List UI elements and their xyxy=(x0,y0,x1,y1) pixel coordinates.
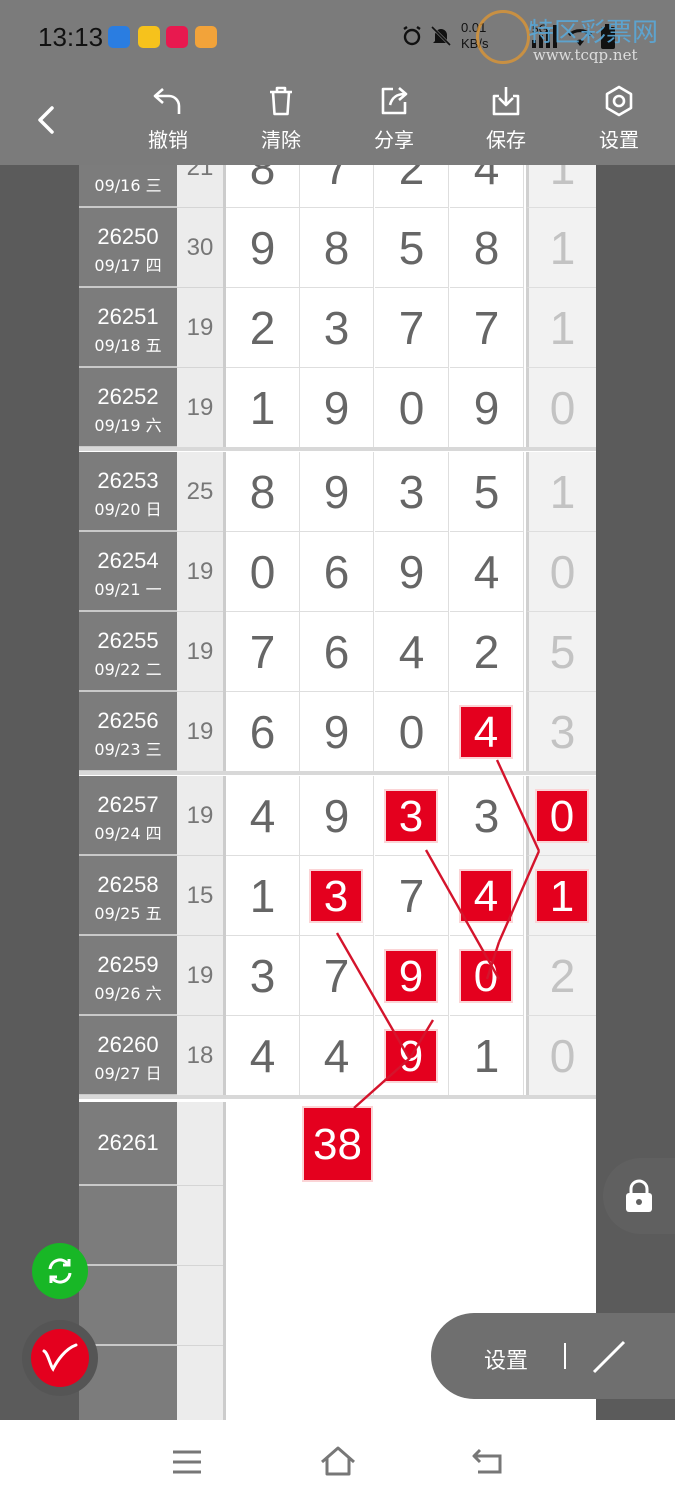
trash-icon xyxy=(270,86,292,116)
gear-icon xyxy=(605,85,633,117)
app-notification-icon xyxy=(138,26,160,48)
home-icon[interactable] xyxy=(318,1444,358,1478)
share-label: 分享 xyxy=(374,128,414,152)
watermark-logo xyxy=(476,10,530,64)
download-icon xyxy=(492,87,520,116)
separator xyxy=(564,1343,566,1369)
mute-icon xyxy=(430,25,452,47)
watermark-site: 特区彩票网 xyxy=(528,18,659,48)
lock-button[interactable] xyxy=(603,1158,675,1234)
bottom-settings-button[interactable]: 设置 xyxy=(484,1343,528,1375)
lock-icon xyxy=(626,1179,652,1212)
app-notification-icon xyxy=(166,26,188,48)
app-notification-icon xyxy=(108,26,130,48)
clear-button[interactable]: 清除 xyxy=(241,84,321,153)
back-arrow-icon[interactable] xyxy=(28,100,68,140)
menu-icon[interactable] xyxy=(170,1448,204,1476)
alarm-icon xyxy=(403,26,421,46)
save-button[interactable]: 保存 xyxy=(466,84,546,153)
pen-stroke-icon xyxy=(42,1343,78,1372)
clock: 13:13 xyxy=(38,22,104,52)
clear-label: 清除 xyxy=(261,128,301,152)
undo-label: 撤销 xyxy=(148,128,188,152)
pen-color-swatch xyxy=(31,1329,89,1387)
refresh-button[interactable] xyxy=(32,1243,88,1299)
bottom-settings-panel: 设置 xyxy=(431,1313,675,1399)
share-button[interactable]: 分享 xyxy=(354,84,434,153)
left-margin xyxy=(0,165,79,1420)
undo-button[interactable]: 撤销 xyxy=(128,84,208,153)
undo-icon xyxy=(153,88,181,114)
settings-label: 设置 xyxy=(599,128,639,152)
refresh-icon xyxy=(48,1258,72,1284)
watermark-url: www.tcqp.net xyxy=(533,46,638,64)
drawn-lines xyxy=(335,759,541,1109)
app-notification-icon xyxy=(195,26,217,48)
pen-tool-button[interactable] xyxy=(22,1320,98,1396)
line-tool-icon[interactable] xyxy=(589,1337,629,1377)
status-bar: 13:13 0.01 KB/s 5G 特区彩票网 www.tcqp.net xyxy=(0,0,675,72)
toolbar: 撤销 清除 分享 保存 设置 xyxy=(0,72,675,165)
trend-chart-board[interactable]: 2624909/16 三21872412625009/17 四309858126… xyxy=(79,165,596,1420)
settings-button[interactable]: 设置 xyxy=(579,84,659,153)
system-nav-bar xyxy=(0,1420,675,1500)
save-label: 保存 xyxy=(486,128,526,152)
back-icon[interactable] xyxy=(470,1446,506,1476)
share-icon xyxy=(381,87,408,115)
